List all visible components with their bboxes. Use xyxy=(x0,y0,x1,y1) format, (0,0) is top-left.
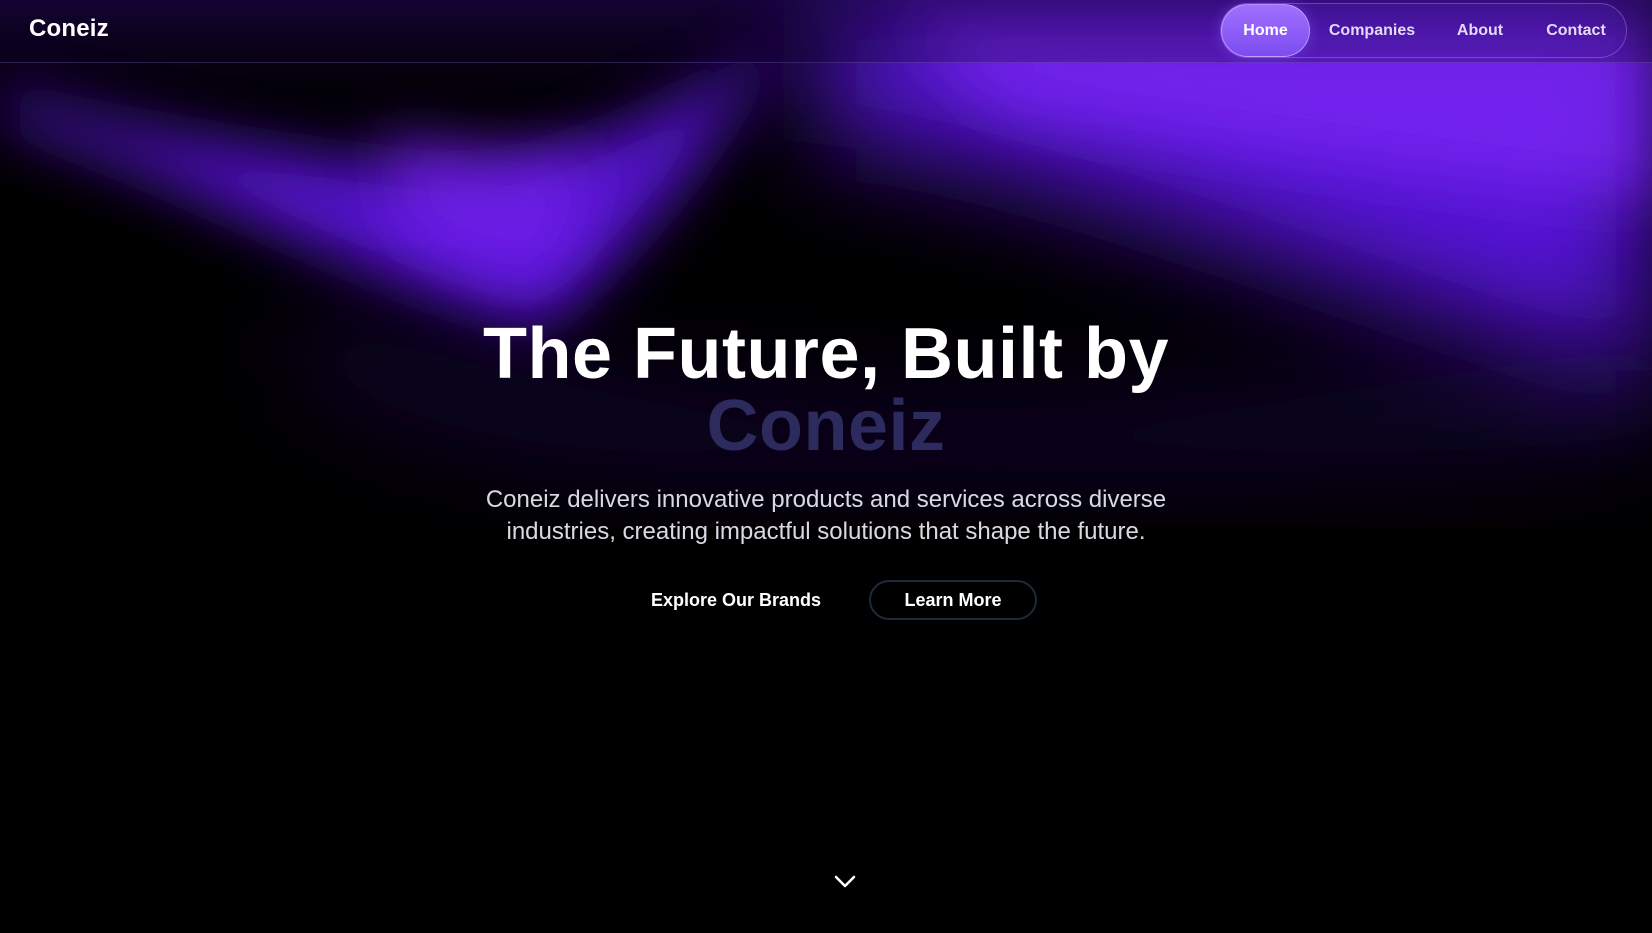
hero-subtitle: Coneiz delivers innovative products and … xyxy=(376,484,1276,548)
learn-more-button[interactable]: Learn More xyxy=(869,580,1037,620)
hero-subtitle-line-2: industries, creating impactful solutions… xyxy=(506,518,1146,545)
nav-item-about[interactable]: About xyxy=(1434,4,1526,57)
hero-subtitle-line-1: Coneiz delivers innovative products and … xyxy=(485,486,1167,513)
explore-brands-button[interactable]: Explore Our Brands xyxy=(642,581,830,619)
background-glow xyxy=(0,0,1652,933)
hero-title-highlight: Coneiz xyxy=(706,386,946,466)
landing-page: Coneiz Home Companies About Contact The … xyxy=(0,0,1652,933)
nav-item-home[interactable]: Home xyxy=(1221,4,1310,57)
chevron-down-icon[interactable] xyxy=(832,871,858,891)
nav-item-companies[interactable]: Companies xyxy=(1310,4,1434,57)
site-header: Coneiz Home Companies About Contact xyxy=(0,0,1652,63)
nav-item-contact[interactable]: Contact xyxy=(1526,4,1626,57)
hero-title: The Future, Built by xyxy=(483,314,1169,394)
main-nav: Home Companies About Contact xyxy=(1220,3,1627,58)
logo[interactable]: Coneiz xyxy=(29,15,109,43)
